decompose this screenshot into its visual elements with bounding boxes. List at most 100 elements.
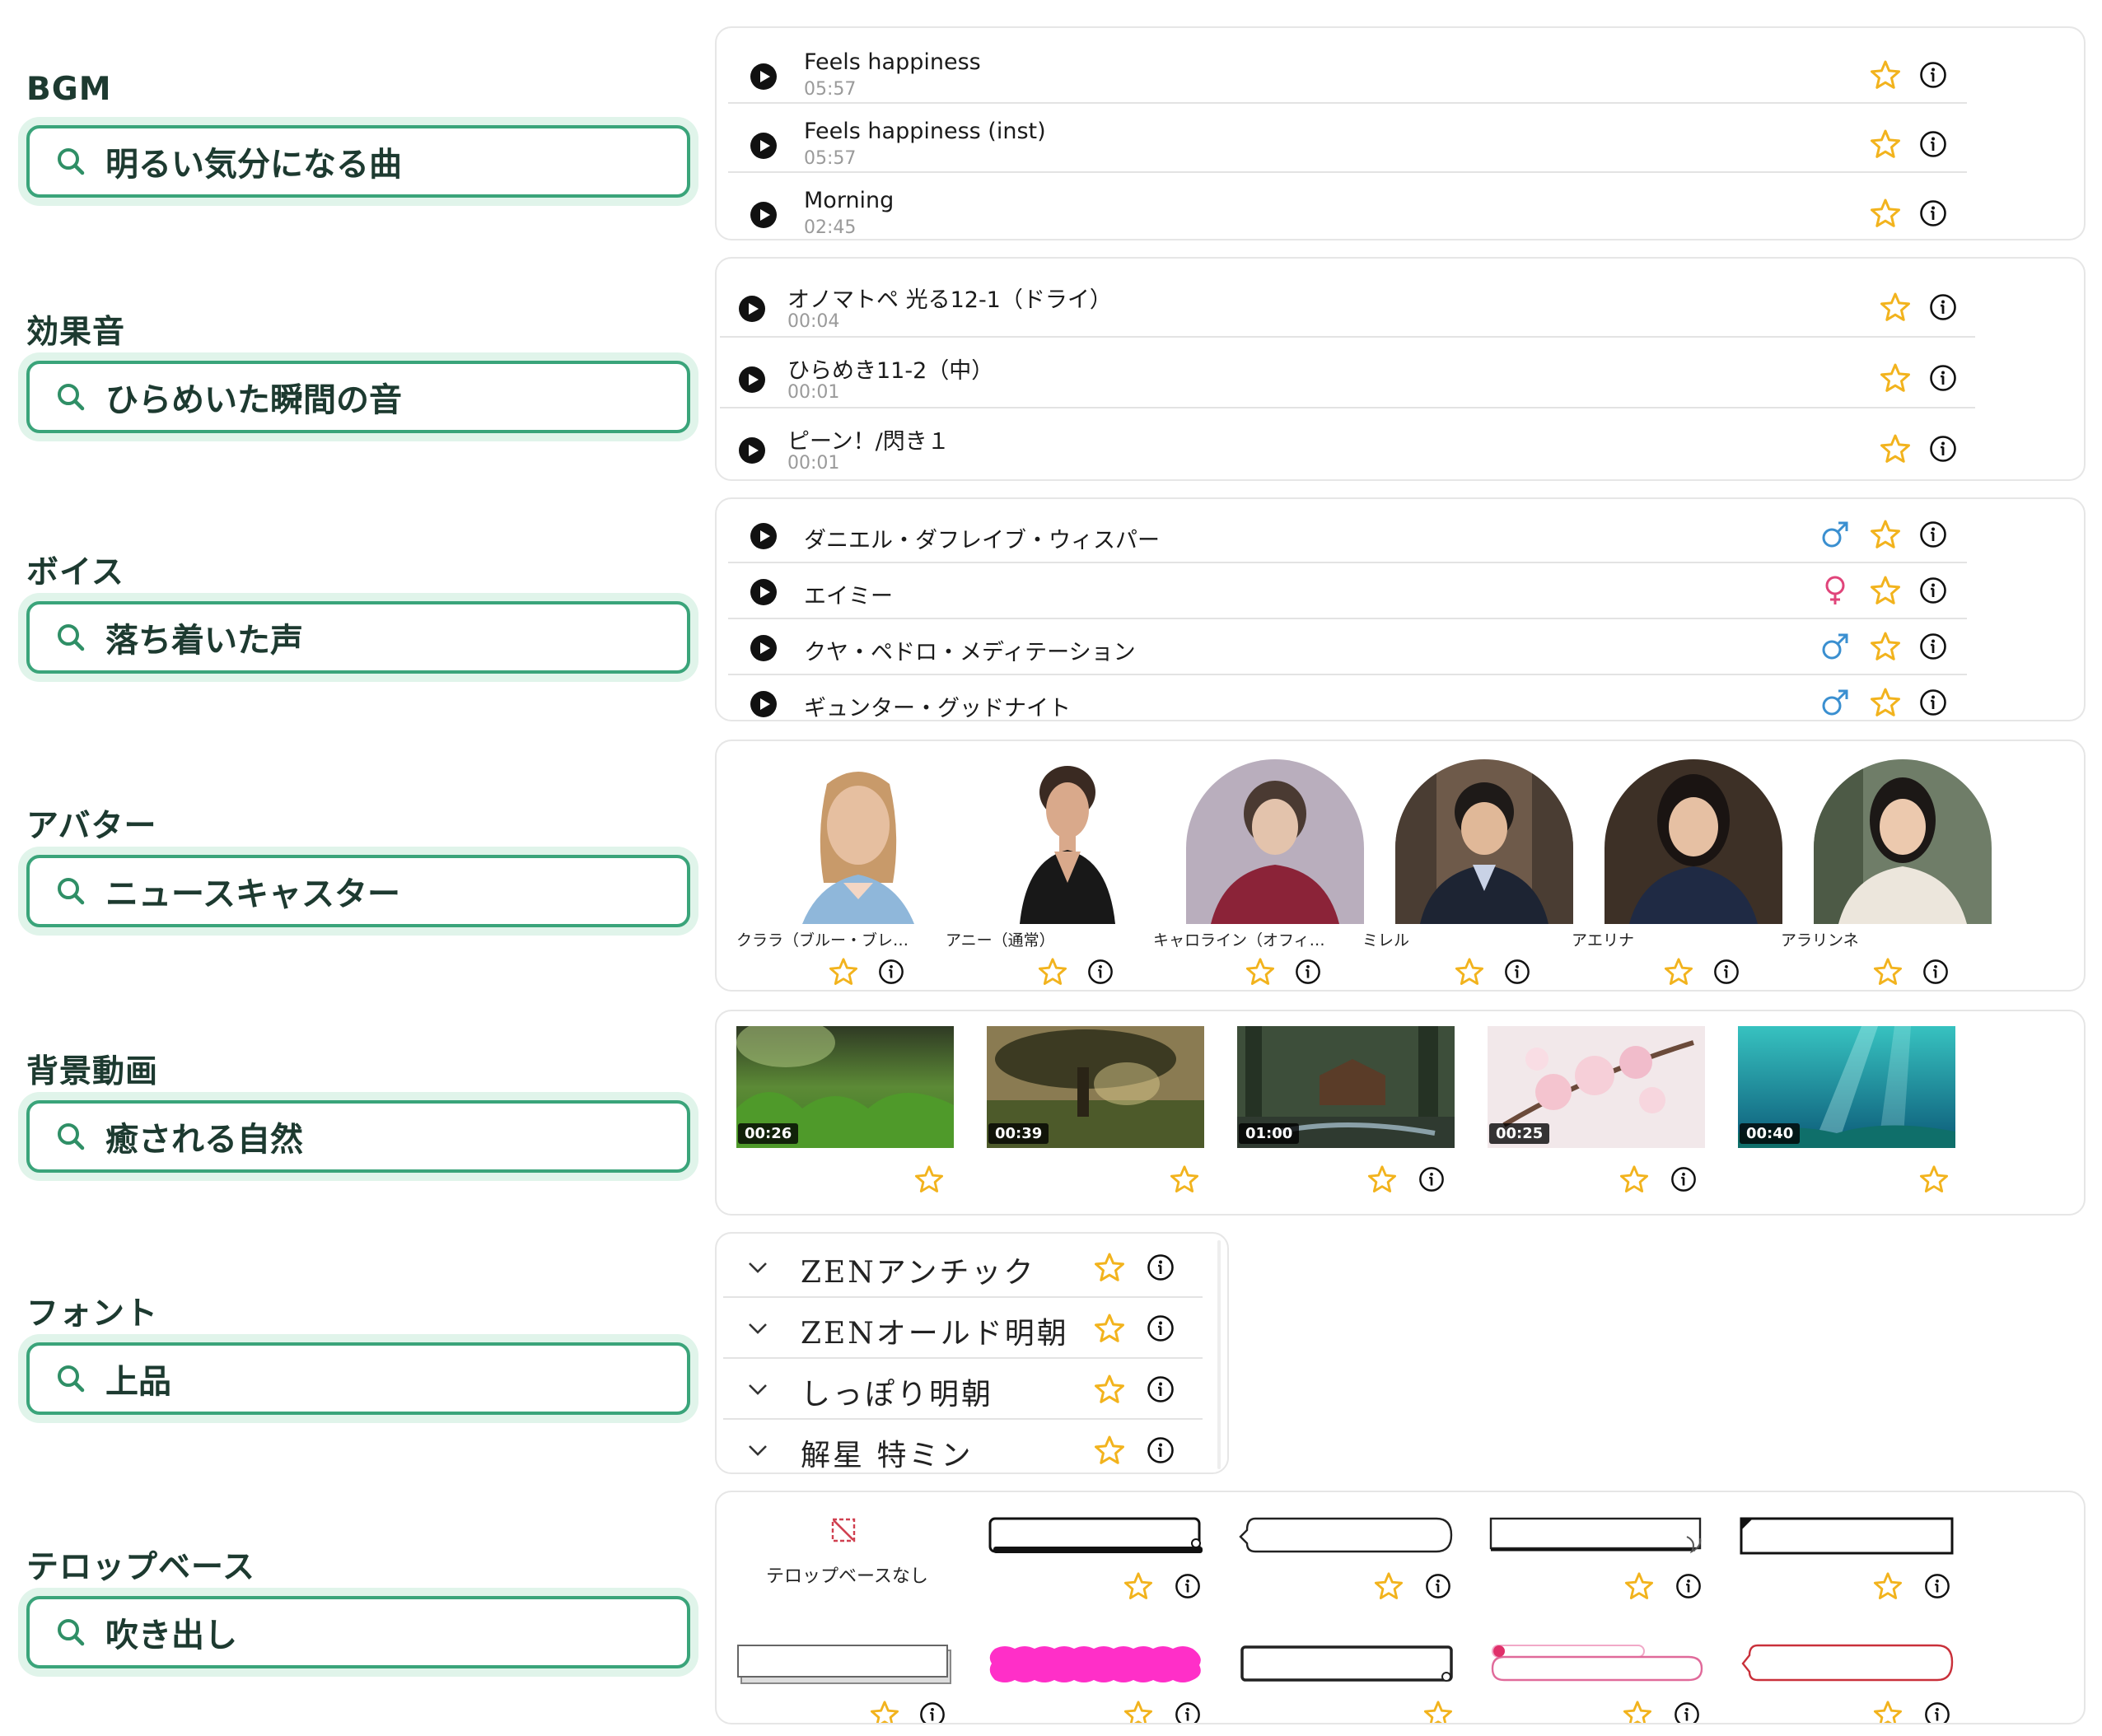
telop-search-input[interactable]: 吹き出し [26, 1596, 690, 1668]
favorite-star-icon[interactable] [1094, 1252, 1125, 1283]
info-icon[interactable] [1919, 61, 1947, 89]
favorite-star-icon[interactable] [1094, 1313, 1125, 1344]
voice-row[interactable]: エイミー [728, 563, 1967, 619]
chevron-down-icon[interactable] [746, 1441, 769, 1459]
favorite-star-icon[interactable] [1423, 1700, 1453, 1724]
telop-option[interactable] [988, 1640, 1206, 1723]
favorite-star-icon[interactable] [829, 957, 858, 987]
telop-option[interactable] [1740, 1640, 1957, 1723]
sfx-row[interactable]: ピーン！/閃き１ 00:01 [720, 408, 1975, 479]
info-icon[interactable] [1674, 1701, 1700, 1724]
info-icon[interactable] [1919, 688, 1947, 716]
info-icon[interactable] [1929, 435, 1957, 463]
play-icon[interactable] [750, 63, 778, 91]
telop-option[interactable] [1740, 1514, 1957, 1596]
voice-row[interactable]: クヤ・ペドロ・メディテーション [728, 619, 1967, 675]
info-icon[interactable] [1919, 199, 1947, 227]
favorite-star-icon[interactable] [1870, 519, 1901, 550]
favorite-star-icon[interactable] [1094, 1435, 1125, 1466]
favorite-star-icon[interactable] [870, 1700, 899, 1724]
font-row[interactable]: 解星 特ミン [723, 1420, 1203, 1472]
chevron-down-icon[interactable] [746, 1258, 769, 1276]
favorite-star-icon[interactable] [1664, 957, 1693, 987]
play-icon[interactable] [750, 634, 778, 662]
info-icon[interactable] [1713, 959, 1740, 985]
telop-option[interactable] [1239, 1640, 1456, 1723]
voice-row[interactable]: ダニエル・ダフレイブ・ウィスパー [728, 507, 1967, 563]
info-icon[interactable] [919, 1701, 946, 1724]
play-icon[interactable] [750, 578, 778, 606]
sfx-row[interactable]: オノマトペ 光る12-1（ドライ） 00:04 [720, 267, 1975, 338]
favorite-star-icon[interactable] [1873, 1571, 1903, 1601]
bgm-row[interactable]: Feels happiness 05:57 [728, 35, 1967, 104]
favorite-star-icon[interactable] [1170, 1164, 1199, 1194]
info-icon[interactable] [1425, 1573, 1451, 1599]
info-icon[interactable] [1147, 1375, 1175, 1403]
info-icon[interactable] [1147, 1436, 1175, 1464]
bgm-search-input[interactable]: 明るい気分になる曲 [26, 125, 690, 198]
info-icon[interactable] [1175, 1573, 1201, 1599]
info-icon[interactable] [1919, 632, 1947, 660]
info-icon[interactable] [1929, 293, 1957, 321]
info-icon[interactable] [1147, 1253, 1175, 1281]
telop-none-option[interactable]: テロップベースなし [733, 1514, 951, 1596]
favorite-star-icon[interactable] [1245, 957, 1275, 987]
favorite-star-icon[interactable] [1880, 362, 1911, 394]
info-icon[interactable] [1675, 1573, 1702, 1599]
favorite-star-icon[interactable] [1038, 957, 1067, 987]
voice-row[interactable]: ギュンター・グッドナイト [728, 675, 1967, 720]
font-row[interactable]: ZENオールド明朝 [723, 1298, 1203, 1359]
favorite-star-icon[interactable] [1870, 575, 1901, 606]
telop-option[interactable] [736, 1640, 954, 1723]
favorite-star-icon[interactable] [1880, 433, 1911, 464]
favorite-star-icon[interactable] [1870, 198, 1901, 229]
favorite-star-icon[interactable] [1374, 1571, 1404, 1601]
sfx-search-input[interactable]: ひらめいた瞬間の音 [26, 361, 690, 433]
favorite-star-icon[interactable] [1870, 128, 1901, 160]
favorite-star-icon[interactable] [1870, 687, 1901, 718]
voice-search-input[interactable]: 落ち着いた声 [26, 601, 690, 674]
play-icon[interactable] [750, 522, 778, 550]
info-icon[interactable] [1929, 364, 1957, 392]
avatar-search-input[interactable]: ニュースキャスター [26, 855, 690, 927]
favorite-star-icon[interactable] [1870, 59, 1901, 91]
chevron-down-icon[interactable] [746, 1319, 769, 1337]
font-search-input[interactable]: 上品 [26, 1342, 690, 1415]
play-icon[interactable] [750, 201, 778, 229]
favorite-star-icon[interactable] [1873, 957, 1903, 987]
info-icon[interactable] [1087, 959, 1114, 985]
favorite-star-icon[interactable] [914, 1164, 944, 1194]
telop-option[interactable] [1489, 1514, 1707, 1596]
bgm-row[interactable]: Morning 02:45 [728, 173, 1967, 239]
favorite-star-icon[interactable] [1123, 1571, 1153, 1601]
favorite-star-icon[interactable] [1623, 1700, 1652, 1724]
favorite-star-icon[interactable] [1094, 1374, 1125, 1405]
font-row[interactable]: ZENアンチック [723, 1237, 1203, 1298]
info-icon[interactable] [1504, 959, 1530, 985]
font-row[interactable]: しっぽり明朝 [723, 1359, 1203, 1420]
play-icon[interactable] [738, 436, 766, 464]
scrollbar[interactable] [1217, 1240, 1221, 1469]
favorite-star-icon[interactable] [1619, 1164, 1649, 1194]
info-icon[interactable] [1295, 959, 1321, 985]
info-icon[interactable] [1919, 520, 1947, 548]
play-icon[interactable] [750, 132, 778, 160]
favorite-star-icon[interactable] [1873, 1700, 1903, 1724]
info-icon[interactable] [1919, 130, 1947, 158]
info-icon[interactable] [1924, 1701, 1950, 1724]
info-icon[interactable] [878, 959, 904, 985]
favorite-star-icon[interactable] [1367, 1164, 1397, 1194]
favorite-star-icon[interactable] [1455, 957, 1484, 987]
info-icon[interactable] [1924, 1573, 1950, 1599]
info-icon[interactable] [1919, 576, 1947, 604]
info-icon[interactable] [1922, 959, 1949, 985]
chevron-down-icon[interactable] [746, 1380, 769, 1398]
play-icon[interactable] [750, 690, 778, 718]
favorite-star-icon[interactable] [1123, 1700, 1153, 1724]
telop-option[interactable] [988, 1514, 1206, 1596]
favorite-star-icon[interactable] [1624, 1571, 1654, 1601]
favorite-star-icon[interactable] [1880, 292, 1911, 323]
info-icon[interactable] [1670, 1166, 1697, 1192]
favorite-star-icon[interactable] [1870, 631, 1901, 662]
info-icon[interactable] [1147, 1314, 1175, 1342]
